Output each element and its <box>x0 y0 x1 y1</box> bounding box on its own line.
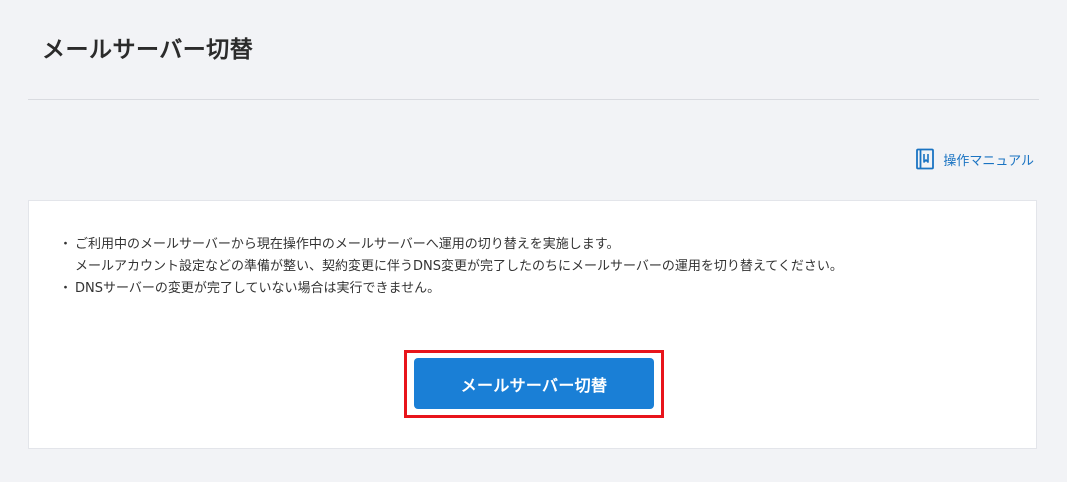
operation-manual-link[interactable]: 操作マニュアル <box>915 148 1034 170</box>
title-divider <box>28 99 1039 100</box>
notice-item: ご利用中のメールサーバーから現在操作中のメールサーバーへ運用の切り替えを実施しま… <box>59 234 843 278</box>
manual-link-label: 操作マニュアル <box>943 153 1034 169</box>
notice-line: DNSサーバーの変更が完了していない場合は実行できません。 <box>75 281 441 296</box>
mail-server-switch-button[interactable]: メールサーバー切替 <box>414 358 654 409</box>
page-title: メールサーバー切替 <box>42 37 254 63</box>
notice-list: ご利用中のメールサーバーから現在操作中のメールサーバーへ運用の切り替えを実施しま… <box>59 234 843 300</box>
notice-line: メールアカウント設定などの準備が整い、契約変更に伴うDNS変更が完了したのちにメ… <box>75 259 843 274</box>
notice-item: DNSサーバーの変更が完了していない場合は実行できません。 <box>59 278 843 300</box>
notice-line: ご利用中のメールサーバーから現在操作中のメールサーバーへ運用の切り替えを実施しま… <box>75 237 620 252</box>
manual-book-icon <box>915 148 935 170</box>
mail-server-switch-card: ご利用中のメールサーバーから現在操作中のメールサーバーへ運用の切り替えを実施しま… <box>28 200 1037 449</box>
